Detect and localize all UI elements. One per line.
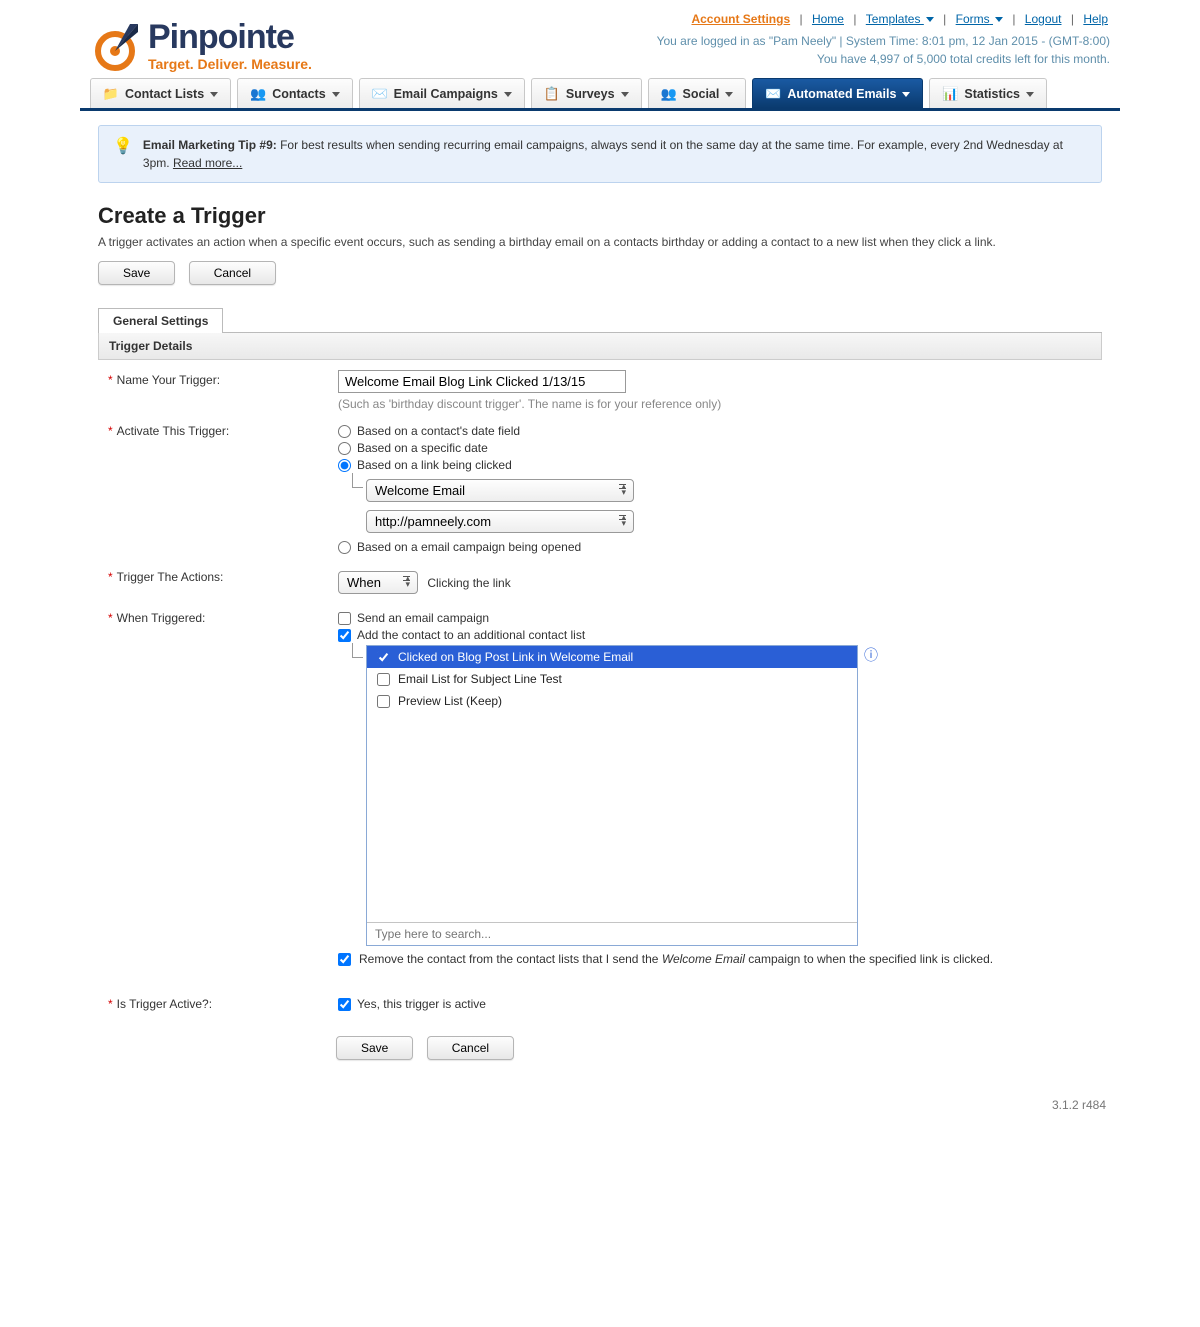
- chevron-down-icon: [621, 92, 629, 97]
- people-icon: 👥: [661, 86, 677, 102]
- form-icon: 📋: [544, 86, 560, 102]
- trigger-name-input[interactable]: [338, 370, 626, 393]
- tip-body: For best results when sending recurring …: [143, 138, 1063, 170]
- tip-title: Email Marketing Tip #9:: [143, 138, 277, 152]
- list-option-3[interactable]: [377, 695, 390, 708]
- chevron-down-icon: [210, 92, 218, 97]
- envelope-icon: ✉️: [372, 86, 388, 102]
- header-meta: You are logged in as "Pam Neely" | Syste…: [657, 32, 1110, 68]
- nav-help[interactable]: Help: [1083, 12, 1108, 26]
- nav-templates[interactable]: Templates: [866, 12, 934, 26]
- label-is-active: Is Trigger Active?:: [117, 997, 212, 1011]
- page-title: Create a Trigger: [98, 203, 1102, 229]
- nav-account-settings[interactable]: Account Settings: [691, 12, 790, 26]
- help-icon[interactable]: ⓘ: [864, 645, 878, 665]
- label-trigger-actions: Trigger The Actions:: [117, 570, 224, 584]
- header: Pinpointe Target. Deliver. Measure. Acco…: [80, 0, 1120, 72]
- list-option-1[interactable]: [377, 651, 390, 664]
- list-option-2[interactable]: [377, 673, 390, 686]
- tab-contacts[interactable]: 👥Contacts: [237, 78, 352, 108]
- label-name-trigger: Name Your Trigger:: [117, 373, 220, 387]
- tip-box: 💡 Email Marketing Tip #9: For best resul…: [98, 125, 1102, 183]
- people-icon: 👥: [250, 86, 266, 102]
- radio-link-clicked[interactable]: [338, 459, 351, 472]
- list-search-input[interactable]: [373, 926, 851, 942]
- chevron-down-icon: [332, 92, 340, 97]
- logo: Pinpointe Target. Deliver. Measure.: [90, 6, 312, 72]
- tab-statistics[interactable]: 📊Statistics: [929, 78, 1047, 108]
- chevron-down-icon: [725, 92, 733, 97]
- meta-line1: You are logged in as "Pam Neely" | Syste…: [657, 32, 1110, 50]
- select-campaign[interactable]: Welcome Email: [366, 479, 634, 502]
- checkbox-add-to-list[interactable]: [338, 629, 351, 642]
- main-nav: 📁Contact Lists 👥Contacts ✉️Email Campaig…: [80, 78, 1120, 111]
- chevron-down-icon: [902, 92, 910, 97]
- tab-contact-lists[interactable]: 📁Contact Lists: [90, 78, 231, 108]
- checkbox-send-campaign[interactable]: [338, 612, 351, 625]
- page-description: A trigger activates an action when a spe…: [98, 235, 1102, 249]
- tip-readmore[interactable]: Read more...: [173, 156, 242, 170]
- tab-surveys[interactable]: 📋Surveys: [531, 78, 642, 108]
- footer-version: 3.1.2 r484: [80, 1090, 1120, 1120]
- sub-tabs: General Settings: [98, 307, 1102, 333]
- nav-home[interactable]: Home: [812, 12, 844, 26]
- nav-forms[interactable]: Forms: [956, 12, 1003, 26]
- logo-tagline: Target. Deliver. Measure.: [148, 56, 312, 72]
- select-link[interactable]: http://pamneely.com: [366, 510, 634, 533]
- folder-icon: 📁: [103, 86, 119, 102]
- chevron-down-icon: [504, 92, 512, 97]
- nav-logout[interactable]: Logout: [1025, 12, 1062, 26]
- logo-text: Pinpointe: [148, 20, 312, 54]
- subtab-general-settings[interactable]: General Settings: [98, 308, 223, 333]
- checkbox-trigger-active[interactable]: [338, 998, 351, 1011]
- chevron-down-icon: [995, 17, 1003, 22]
- when-text: Clicking the link: [427, 576, 510, 590]
- save-button-bottom[interactable]: Save: [336, 1036, 413, 1060]
- tab-email-campaigns[interactable]: ✉️Email Campaigns: [359, 78, 525, 108]
- label-activate-trigger: Activate This Trigger:: [117, 424, 230, 438]
- checkbox-remove-contact[interactable]: [338, 953, 351, 966]
- lightbulb-icon: 💡: [113, 136, 133, 156]
- logo-icon: [90, 21, 140, 71]
- chart-icon: 📊: [942, 86, 958, 102]
- cancel-button-bottom[interactable]: Cancel: [427, 1036, 514, 1060]
- meta-line2: You have 4,997 of 5,000 total credits le…: [657, 50, 1110, 68]
- chevron-down-icon: [1026, 92, 1034, 97]
- radio-date-field[interactable]: [338, 425, 351, 438]
- tab-social[interactable]: 👥Social: [648, 78, 747, 108]
- radio-campaign-opened[interactable]: [338, 541, 351, 554]
- radio-specific-date[interactable]: [338, 442, 351, 455]
- trigger-name-hint: (Such as 'birthday discount trigger'. Th…: [338, 397, 1102, 411]
- label-when-triggered: When Triggered:: [117, 611, 206, 625]
- top-nav: Account Settings | Home | Templates | Fo…: [657, 12, 1110, 26]
- save-button[interactable]: Save: [98, 261, 175, 285]
- envelope-icon: ✉️: [765, 86, 781, 102]
- section-trigger-details: Trigger Details: [98, 333, 1102, 360]
- cancel-button[interactable]: Cancel: [189, 261, 276, 285]
- contact-lists-box: Clicked on Blog Post Link in Welcome Ema…: [366, 645, 858, 946]
- tab-automated-emails[interactable]: ✉️Automated Emails: [752, 78, 923, 108]
- chevron-down-icon: [926, 17, 934, 22]
